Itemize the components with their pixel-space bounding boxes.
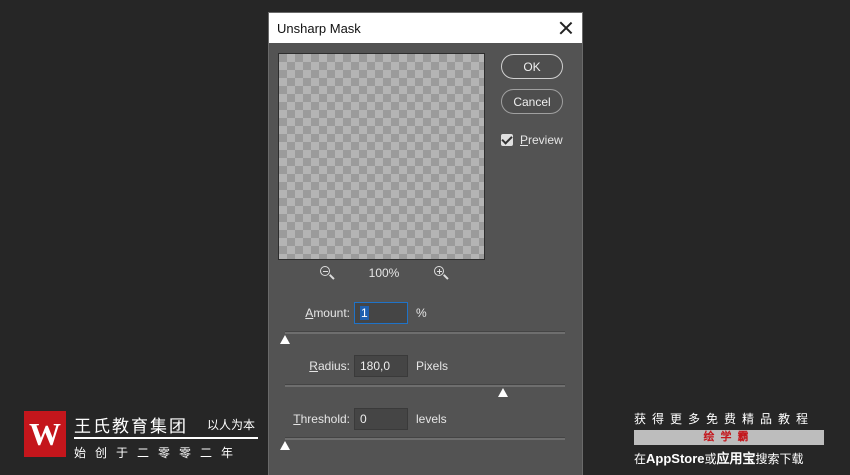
- brand-watermark-right: 获得更多免费精品教程 绘学霸 在AppStore或应用宝搜索下载: [634, 410, 830, 466]
- radius-unit: Pixels: [416, 359, 449, 373]
- threshold-label: Threshold:: [293, 412, 350, 426]
- zoom-controls: 100%: [319, 265, 449, 281]
- radius-label: Radius:: [309, 359, 350, 373]
- close-icon[interactable]: [558, 20, 574, 36]
- brand-name: 王氏教育集团: [74, 417, 188, 436]
- brand-divider: [74, 437, 258, 439]
- preview-canvas[interactable]: [278, 53, 485, 260]
- dialog-title: Unsharp Mask: [277, 20, 361, 36]
- zoom-out-icon[interactable]: [319, 265, 335, 281]
- checkbox-checked-icon[interactable]: [501, 134, 513, 146]
- zoom-in-icon[interactable]: [433, 265, 449, 281]
- radius-slider-thumb[interactable]: [498, 388, 509, 397]
- brand-subtitle: 始创于二零零二年: [74, 446, 243, 460]
- radius-slider-track[interactable]: [285, 384, 565, 397]
- amount-label: Amount:: [305, 306, 350, 320]
- preview-checkbox[interactable]: Preview: [501, 133, 563, 147]
- promo-text: 获得更多免费精品教程: [634, 412, 815, 426]
- threshold-input[interactable]: 0: [354, 408, 408, 430]
- brand-slogan: 以人为本: [207, 418, 256, 432]
- zoom-level: 100%: [368, 266, 400, 280]
- cancel-button[interactable]: Cancel: [501, 89, 563, 114]
- dialog-titlebar: Unsharp Mask: [269, 13, 582, 43]
- threshold-row: Threshold: 0 levels: [269, 408, 584, 430]
- ok-button[interactable]: OK: [501, 54, 563, 79]
- amount-input[interactable]: 1: [354, 302, 408, 324]
- unsharp-mask-dialog: Unsharp Mask OK Cancel Preview 100% Amou…: [268, 12, 583, 475]
- amount-slider-thumb[interactable]: [280, 335, 290, 344]
- amount-unit: %: [416, 306, 427, 320]
- brand-logo: W: [24, 411, 66, 457]
- brand-watermark-left: W 王氏教育集团 以人为本 始创于二零零二年: [24, 411, 264, 463]
- threshold-slider-track[interactable]: [280, 437, 565, 450]
- promo-download-text: 在AppStore或应用宝搜索下载: [634, 451, 804, 466]
- radius-row: Radius: 180,0 Pixels: [269, 355, 584, 377]
- amount-row: Amount: 1 %: [269, 302, 584, 324]
- preview-label: Preview: [520, 133, 563, 147]
- threshold-unit: levels: [416, 412, 447, 426]
- threshold-slider-thumb[interactable]: [280, 441, 290, 450]
- promo-app-name: 绘学霸: [634, 430, 824, 445]
- amount-slider-track[interactable]: [280, 331, 565, 344]
- radius-input[interactable]: 180,0: [354, 355, 408, 377]
